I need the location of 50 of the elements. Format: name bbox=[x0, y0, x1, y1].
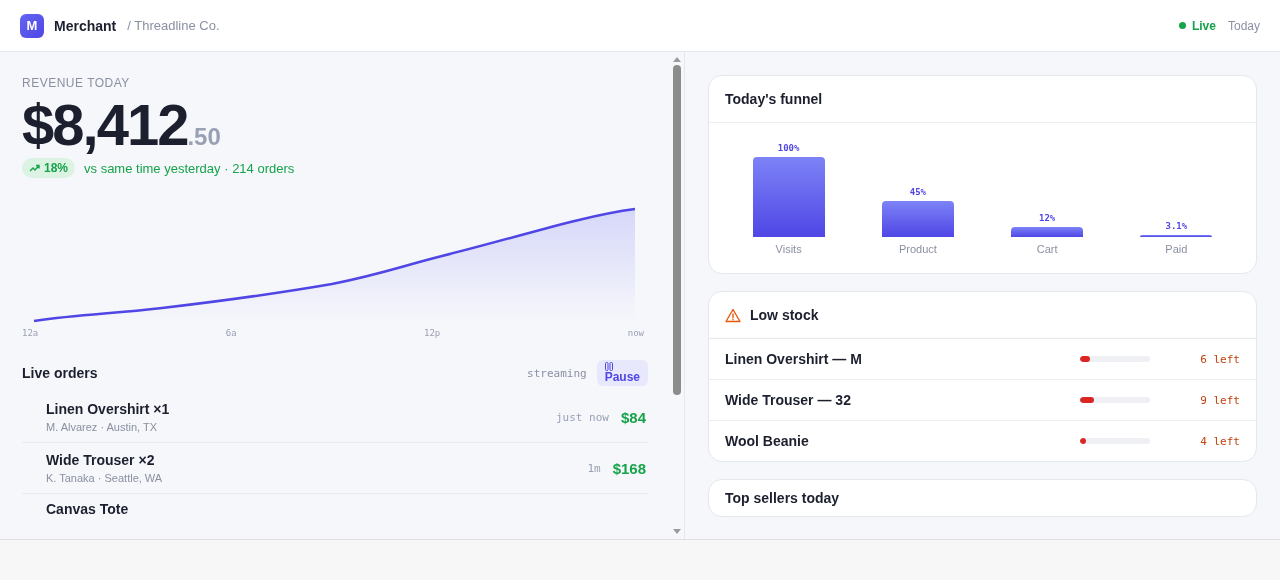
product-name: Wool Beanie bbox=[725, 433, 810, 449]
stream-status: streaming bbox=[527, 366, 587, 380]
bar-label: Paid bbox=[1165, 243, 1188, 255]
bar-value: 12% bbox=[1039, 213, 1056, 224]
card-title: Low stock bbox=[750, 307, 819, 323]
order-time: 1m bbox=[587, 461, 601, 475]
revenue-cents: .50 bbox=[187, 123, 221, 150]
product-name: Linen Overshirt — M bbox=[725, 351, 863, 367]
workspace-name: / Threadline Co. bbox=[127, 18, 220, 33]
bar-value: 100% bbox=[777, 143, 800, 153]
date-range[interactable]: Today bbox=[1227, 18, 1260, 33]
order-total: $84 bbox=[620, 408, 646, 426]
revenue-amount: $8,412 bbox=[22, 94, 188, 156]
order-total: $168 bbox=[612, 459, 646, 477]
bar-label: Visits bbox=[775, 243, 802, 255]
pause-icon bbox=[604, 362, 613, 371]
app-logo: M bbox=[20, 13, 44, 38]
order-item: Linen Overshirt ×1 bbox=[46, 401, 170, 417]
comparison-text: vs same time yesterday · 214 orders bbox=[84, 160, 295, 176]
stock-remaining: 9 left bbox=[1199, 393, 1240, 407]
change-value: 18% bbox=[44, 161, 69, 175]
product-name: Wide Trouser — 32 bbox=[725, 392, 852, 408]
bar-label: Cart bbox=[1036, 243, 1058, 255]
axis-label: 6a bbox=[225, 328, 237, 338]
order-customer: K. Tanaka · Seattle, WA bbox=[46, 472, 163, 484]
card-title: Today's funnel bbox=[725, 91, 823, 107]
axis-label: now bbox=[627, 328, 644, 338]
live-status: Live bbox=[1191, 18, 1216, 33]
axis-label: 12a bbox=[22, 328, 39, 338]
pause-button[interactable]: Pause bbox=[596, 360, 648, 386]
trend-up-icon bbox=[29, 164, 40, 172]
stock-remaining: 6 left bbox=[1199, 352, 1240, 366]
revenue-label: REVENUE TODAY bbox=[22, 76, 131, 90]
axis-label: 12p bbox=[424, 328, 441, 338]
live-dot-icon bbox=[1178, 22, 1186, 29]
bar-value: 45% bbox=[909, 187, 926, 197]
bar-value: 3.1% bbox=[1165, 220, 1188, 231]
order-item: Canvas Tote bbox=[46, 501, 129, 517]
app-name: Merchant bbox=[54, 17, 117, 34]
order-item: Wide Trouser ×2 bbox=[46, 452, 156, 468]
order-customer: M. Alvarez · Austin, TX bbox=[46, 421, 159, 433]
bar-label: Product bbox=[898, 243, 937, 255]
card-title: Top sellers today bbox=[724, 490, 841, 506]
stock-remaining: 4 left bbox=[1199, 434, 1240, 448]
scroll-up-icon[interactable] bbox=[672, 56, 682, 63]
scroll-down-icon[interactable] bbox=[672, 528, 682, 535]
section-title: Live orders bbox=[22, 365, 98, 381]
scrollbar-thumb[interactable] bbox=[673, 65, 681, 395]
order-time: just now bbox=[556, 410, 609, 424]
warning-icon bbox=[725, 307, 741, 323]
